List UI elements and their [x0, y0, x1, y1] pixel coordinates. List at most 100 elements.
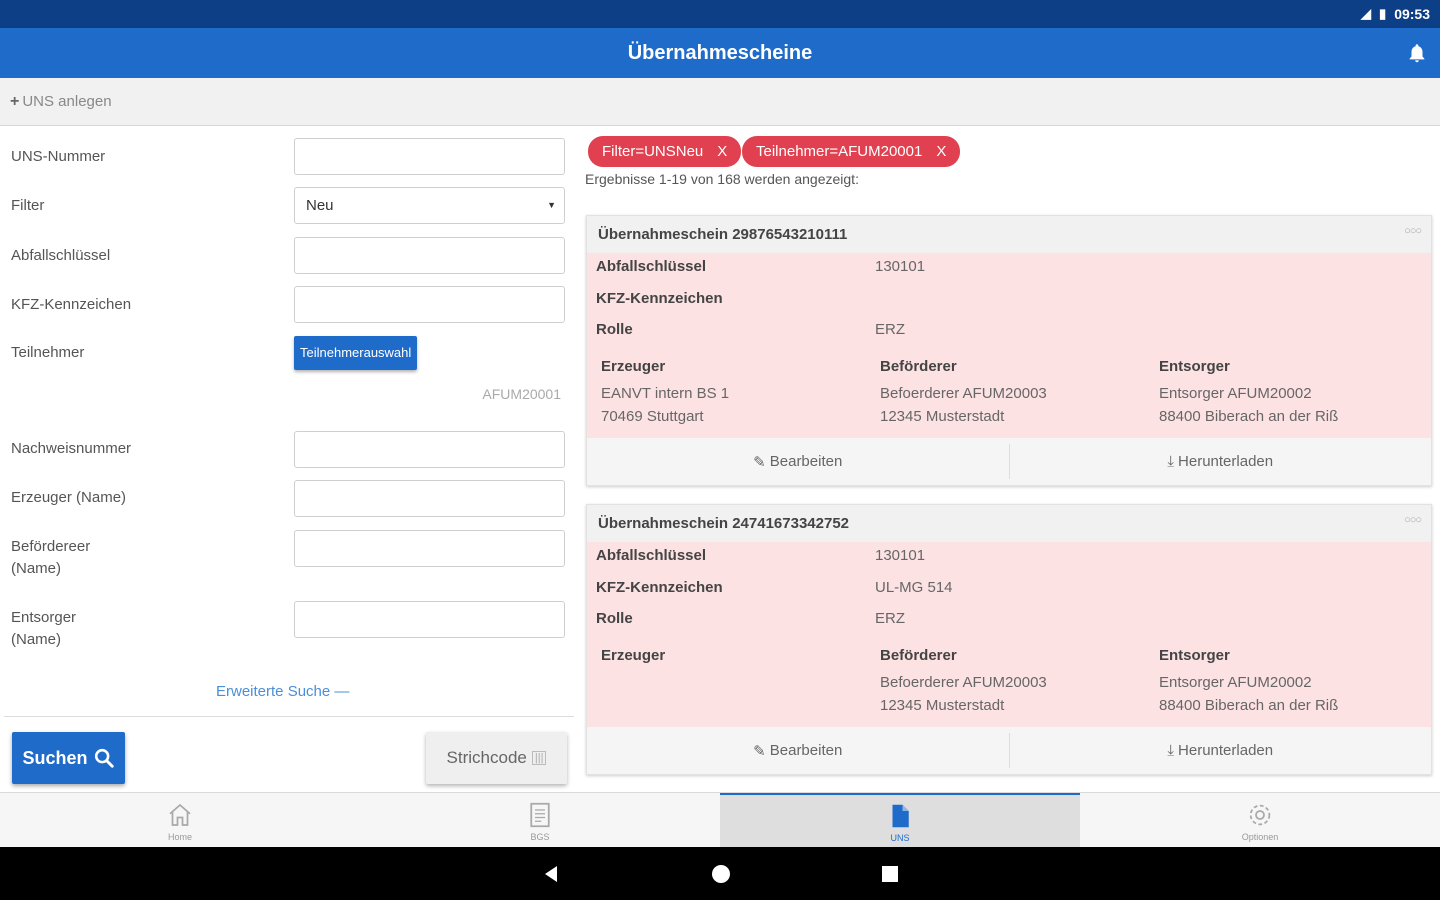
field-label: KFZ-Kennzeichen — [11, 296, 132, 313]
carrier-name-input[interactable] — [294, 530, 565, 567]
field-label: Filter — [11, 197, 45, 214]
status-bar: ◢ ▮ 09:53 — [0, 0, 1440, 28]
field-label: (Name) — [11, 631, 62, 648]
filter-chip-label: Filter=UNSNeu — [602, 143, 704, 160]
card-actions: ✎ Bearbeiten ⤓ Herunterladen — [587, 727, 1431, 774]
producer-line: 70469 Stuttgart — [601, 408, 704, 425]
field-label: Entsorger — [11, 609, 77, 626]
card-body: Abfallschlüssel 130101 KFZ-Kennzeichen R… — [587, 253, 1431, 438]
download-button[interactable]: ⤓ Herunterladen — [1010, 727, 1432, 774]
field-label: UNS-Nummer — [11, 148, 106, 165]
extended-search-label: Erweiterte Suche — [216, 683, 331, 700]
carrier-line: 12345 Musterstadt — [880, 697, 1005, 714]
waste-key-input[interactable] — [294, 237, 565, 274]
battery-icon: ▮ — [1379, 6, 1387, 21]
bottom-nav: Home BGS UNS Optionen — [0, 792, 1440, 848]
close-icon[interactable]: X — [936, 136, 946, 167]
toolbar: + UNS anlegen — [0, 78, 1440, 126]
home-circle-icon[interactable] — [711, 864, 731, 884]
edit-label: Bearbeiten — [769, 453, 843, 470]
status-time: 09:53 — [1394, 6, 1430, 22]
edit-button[interactable]: ✎ Bearbeiten — [587, 727, 1009, 774]
system-nav-bar — [0, 847, 1440, 900]
barcode-button-label: Strichcode — [446, 748, 527, 767]
search-icon — [94, 748, 114, 768]
app-bar: Übernahmescheine — [0, 28, 1440, 78]
pencil-icon: ✎ — [753, 742, 766, 760]
field-label: Nachweisnummer — [11, 440, 132, 457]
plus-icon[interactable]: + — [10, 93, 19, 111]
card-field-label: KFZ-Kennzeichen — [596, 579, 723, 596]
caret-down-icon: ▼ — [547, 200, 556, 210]
card-field-label: Abfallschlüssel — [596, 258, 707, 275]
barcode-icon: ||| — [531, 751, 547, 765]
producer-heading: Erzeuger — [601, 358, 666, 375]
result-card: Übernahmeschein 24741673342752 ○○○ Abfal… — [586, 504, 1432, 775]
uns-number-input[interactable] — [294, 138, 565, 175]
more-icon[interactable]: ○○○ — [1404, 225, 1422, 237]
proof-number-input[interactable] — [294, 431, 565, 468]
card-title: Übernahmeschein 29876543210111 — [598, 226, 848, 243]
nav-label: Home — [167, 831, 192, 842]
more-icon[interactable]: ○○○ — [1404, 514, 1422, 526]
disposer-name-input[interactable] — [294, 601, 565, 638]
card-field-label: Rolle — [596, 610, 633, 627]
carrier-line: Befoerderer AFUM20003 — [880, 674, 1047, 691]
card-field-value: UL-MG 514 — [875, 579, 953, 596]
producer-name-input[interactable] — [294, 480, 565, 517]
gear-icon — [1249, 804, 1271, 825]
search-button-label: Suchen — [22, 747, 88, 768]
field-label: Befördereer — [11, 538, 91, 555]
selected-participant: AFUM20001 — [482, 386, 561, 402]
search-button[interactable]: Suchen — [12, 732, 125, 784]
file-icon — [892, 804, 909, 827]
producer-line: EANVT intern BS 1 — [601, 385, 730, 402]
close-icon[interactable]: X — [717, 136, 727, 167]
search-form: UNS-Nummer Filter Neu ▼ Abfallschlüssel … — [0, 126, 575, 792]
edit-button[interactable]: ✎ Bearbeiten — [587, 438, 1009, 485]
field-label: Teilnehmer — [11, 344, 85, 361]
field-label: Erzeuger (Name) — [11, 489, 127, 506]
card-field-value: 130101 — [875, 547, 926, 564]
carrier-line: Befoerderer AFUM20003 — [880, 385, 1047, 402]
results-count: Ergebnisse 1-19 von 168 werden angezeigt… — [585, 171, 859, 187]
download-button[interactable]: ⤓ Herunterladen — [1010, 438, 1432, 485]
recents-icon[interactable] — [881, 865, 899, 883]
card-field-label: KFZ-Kennzeichen — [596, 290, 723, 307]
bell-icon[interactable] — [1406, 41, 1428, 65]
filter-chip-participant[interactable]: Teilnehmer=AFUM20001 X — [742, 136, 961, 167]
extended-search-link[interactable]: Erweiterte Suche — — [216, 683, 349, 700]
back-icon[interactable] — [541, 864, 561, 884]
home-icon — [169, 803, 191, 826]
download-label: Herunterladen — [1178, 453, 1274, 470]
card-actions: ✎ Bearbeiten ⤓ Herunterladen — [587, 438, 1431, 485]
page-title: Übernahmescheine — [627, 41, 813, 64]
form-divider — [4, 716, 574, 717]
card-field-value: ERZ — [875, 321, 905, 338]
download-icon: ⤓ — [1167, 453, 1175, 470]
filter-select-value: Neu — [306, 197, 334, 214]
filter-select[interactable]: Neu ▼ — [294, 187, 565, 224]
carrier-heading: Beförderer — [880, 358, 957, 375]
disposer-heading: Entsorger — [1159, 358, 1230, 375]
download-icon: ⤓ — [1167, 742, 1175, 759]
card-field-label: Abfallschlüssel — [596, 547, 707, 564]
card-field-label: Rolle — [596, 321, 633, 338]
participant-select-button[interactable]: Teilnehmerauswahl — [294, 336, 418, 370]
nav-item-home[interactable]: Home — [0, 793, 360, 848]
nav-item-uns[interactable]: UNS — [720, 793, 1080, 848]
nav-label: UNS — [890, 832, 910, 843]
license-plate-input[interactable] — [294, 286, 565, 323]
disposer-line: Entsorger AFUM20002 — [1159, 385, 1312, 402]
disposer-line: 88400 Biberach an der Riß — [1159, 408, 1339, 425]
card-field-value: ERZ — [875, 610, 905, 627]
result-card: Übernahmeschein 29876543210111 ○○○ Abfal… — [586, 215, 1432, 486]
nav-item-options[interactable]: Optionen — [1080, 793, 1440, 848]
signal-icon: ◢ — [1361, 6, 1372, 21]
filter-chip-uns[interactable]: Filter=UNSNeu X — [588, 136, 742, 167]
nav-item-bgs[interactable]: BGS — [360, 793, 720, 848]
create-uns-link[interactable]: UNS anlegen — [22, 93, 111, 110]
carrier-line: 12345 Musterstadt — [880, 408, 1005, 425]
card-field-value: 130101 — [875, 258, 926, 275]
barcode-button[interactable]: Strichcode ||| — [426, 732, 567, 784]
